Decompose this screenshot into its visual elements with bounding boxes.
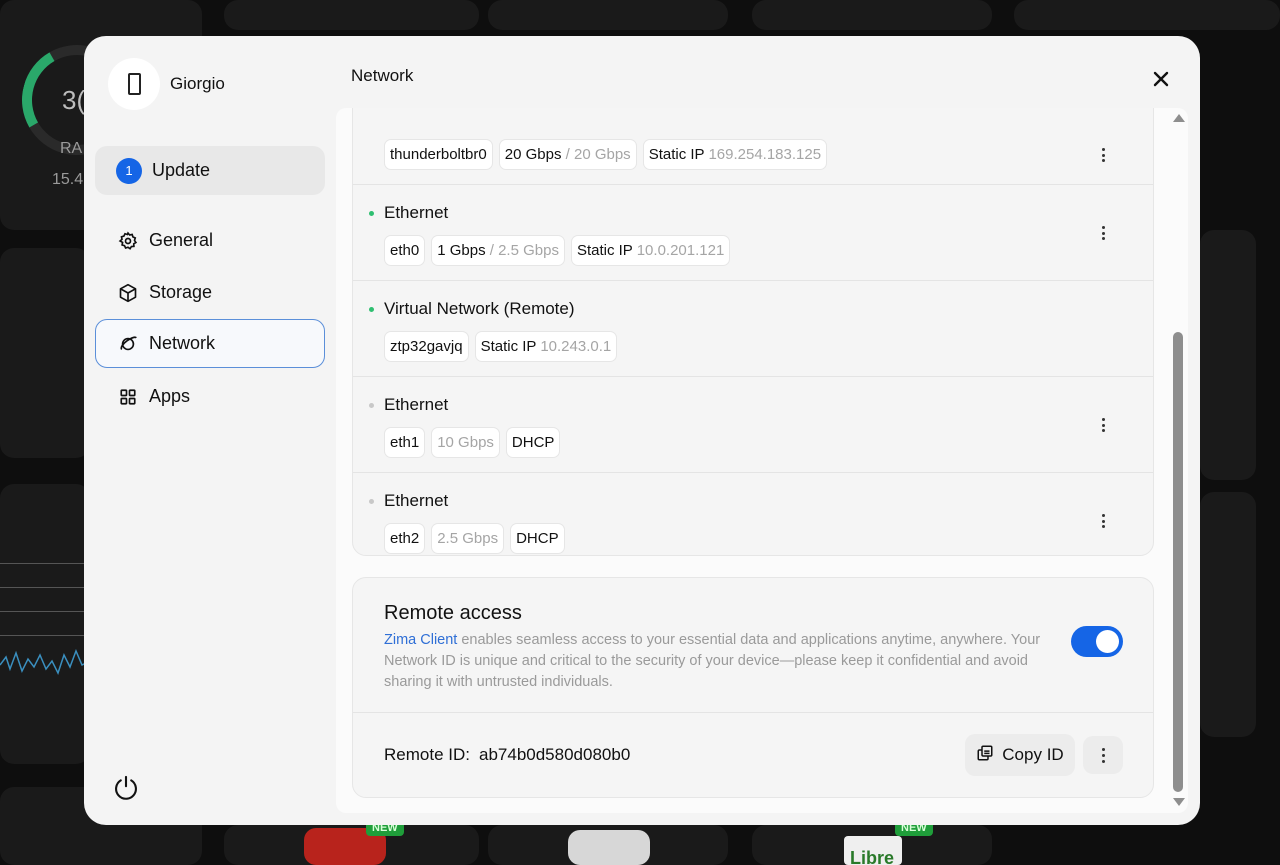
speed-chip: 1 Gbps / 2.5 Gbps [431,235,565,266]
more-options-icon[interactable] [1083,736,1123,774]
bg-tile [1200,492,1256,737]
sidebar-item-network[interactable]: Network [95,319,325,368]
bg-gauge-value: 3( [62,85,86,115]
ip-chip: Static IP 10.243.0.1 [474,331,618,362]
toggle-knob [1096,630,1119,653]
bg-grid-line [0,635,85,636]
remote-id-label: Remote ID: [384,745,470,764]
network-name: Ethernet [384,491,449,510]
scroll-down-arrow-icon[interactable] [1173,798,1185,806]
user-name: Giorgio [170,74,225,93]
power-icon[interactable] [112,774,140,802]
page-title: Network [351,66,414,85]
more-options-icon[interactable] [1095,223,1111,243]
bg-tile [1200,230,1256,480]
close-icon[interactable] [1149,67,1173,91]
bg-graph-line [0,648,86,675]
speed-chip: 20 Gbps / 20 Gbps [498,139,637,170]
copy-icon [976,744,994,767]
bg-app-icon [568,830,650,865]
sidebar-item-update[interactable]: 1 Update [95,146,325,195]
remote-access-title: Remote access [384,602,522,624]
avatar [108,58,160,110]
speed-chip: 2.5 Gbps [431,523,505,554]
network-chips: thunderboltbr0 20 Gbps / 20 Gbps Static … [384,139,828,170]
status-dot [369,307,374,312]
grid-icon [117,386,139,408]
ip-chip: Static IP 169.254.183.125 [642,139,828,170]
status-dot [369,499,374,504]
bg-grid-line [0,563,85,564]
interface-chip: eth0 [384,235,426,266]
network-name: Ethernet [384,395,449,414]
network-chips: eth1 10 Gbps DHCP [384,427,561,458]
bg-gauge-label: RA [60,140,83,157]
sidebar-item-label: Update [152,160,211,180]
settings-sidebar: Giorgio 1 Update General Storage Network… [84,36,336,825]
network-chips: eth2 2.5 Gbps DHCP [384,523,565,554]
sidebar-item-label: Storage [149,282,213,302]
network-row: Virtual Network (Remote) ztp32gavjq Stat… [353,281,1153,377]
remote-access-toggle[interactable] [1071,626,1123,657]
network-row: Ethernet eth0 1 Gbps / 2.5 Gbps Static I… [353,185,1153,281]
settings-modal: Giorgio 1 Update General Storage Network… [84,36,1200,825]
network-name: Ethernet [384,203,449,222]
copy-id-label: Copy ID [1002,745,1064,764]
description-text: enables seamless access to your essentia… [384,632,1041,690]
scrollbar[interactable] [1170,112,1186,812]
bg-tile [752,0,992,30]
planet-icon [117,333,139,355]
bg-tile [1014,0,1280,30]
remote-id-value: ab74b0d580d080b0 [479,745,631,764]
network-list: thunderboltbr0 20 Gbps / 20 Gbps Static … [352,108,1154,556]
interface-chip: thunderboltbr0 [384,139,493,170]
zima-client-link[interactable]: Zima Client [384,632,457,648]
network-row: Ethernet eth1 10 Gbps DHCP [353,377,1153,473]
interface-chip: ztp32gavjq [384,331,469,362]
bg-tile [0,248,90,458]
scroll-up-arrow-icon[interactable] [1173,114,1185,122]
divider [353,712,1153,713]
sidebar-item-label: Network [149,333,216,353]
network-content: thunderboltbr0 20 Gbps / 20 Gbps Static … [336,108,1188,813]
bg-network-graph [0,484,90,764]
more-options-icon[interactable] [1095,145,1111,165]
interface-chip: eth1 [384,427,426,458]
bg-grid-line [0,587,85,588]
network-chips: ztp32gavjq Static IP 10.243.0.1 [384,331,618,362]
dhcp-chip: DHCP [510,523,565,554]
remote-access-card: Remote access Zima Client enables seamle… [352,577,1154,798]
update-count-badge: 1 [116,157,142,184]
more-options-icon[interactable] [1095,511,1111,531]
network-name: Virtual Network (Remote) [384,299,575,318]
network-row: Ethernet eth2 2.5 Gbps DHCP [353,473,1153,555]
sidebar-item-label: Apps [149,386,191,406]
scroll-thumb[interactable] [1173,332,1183,792]
copy-id-button[interactable]: Copy ID [965,734,1075,776]
dhcp-chip: DHCP [505,427,561,458]
sidebar-item-label: General [149,230,214,250]
status-dot [369,211,374,216]
bg-tile [224,0,479,30]
avatar-icon [127,73,141,95]
sidebar-item-storage[interactable]: Storage [95,268,325,317]
network-row: thunderboltbr0 20 Gbps / 20 Gbps Static … [353,108,1153,185]
bg-gauge-sub: 15.4 [52,171,84,188]
gear-icon [117,230,139,252]
user-profile[interactable]: Giorgio [108,58,225,110]
cube-icon [117,282,139,304]
ip-chip: Static IP 10.0.201.121 [570,235,731,266]
remote-access-description: Zima Client enables seamless access to y… [384,630,1054,693]
bg-libre-icon: Libre [844,836,902,865]
bg-tile [488,0,728,30]
sidebar-item-apps[interactable]: Apps [95,372,325,421]
network-chips: eth0 1 Gbps / 2.5 Gbps Static IP 10.0.20… [384,235,731,266]
speed-chip: 10 Gbps [431,427,500,458]
status-dot [369,403,374,408]
interface-chip: eth2 [384,523,426,554]
bg-grid-line [0,611,85,612]
more-options-icon[interactable] [1095,415,1111,435]
sidebar-item-general[interactable]: General [95,216,325,265]
